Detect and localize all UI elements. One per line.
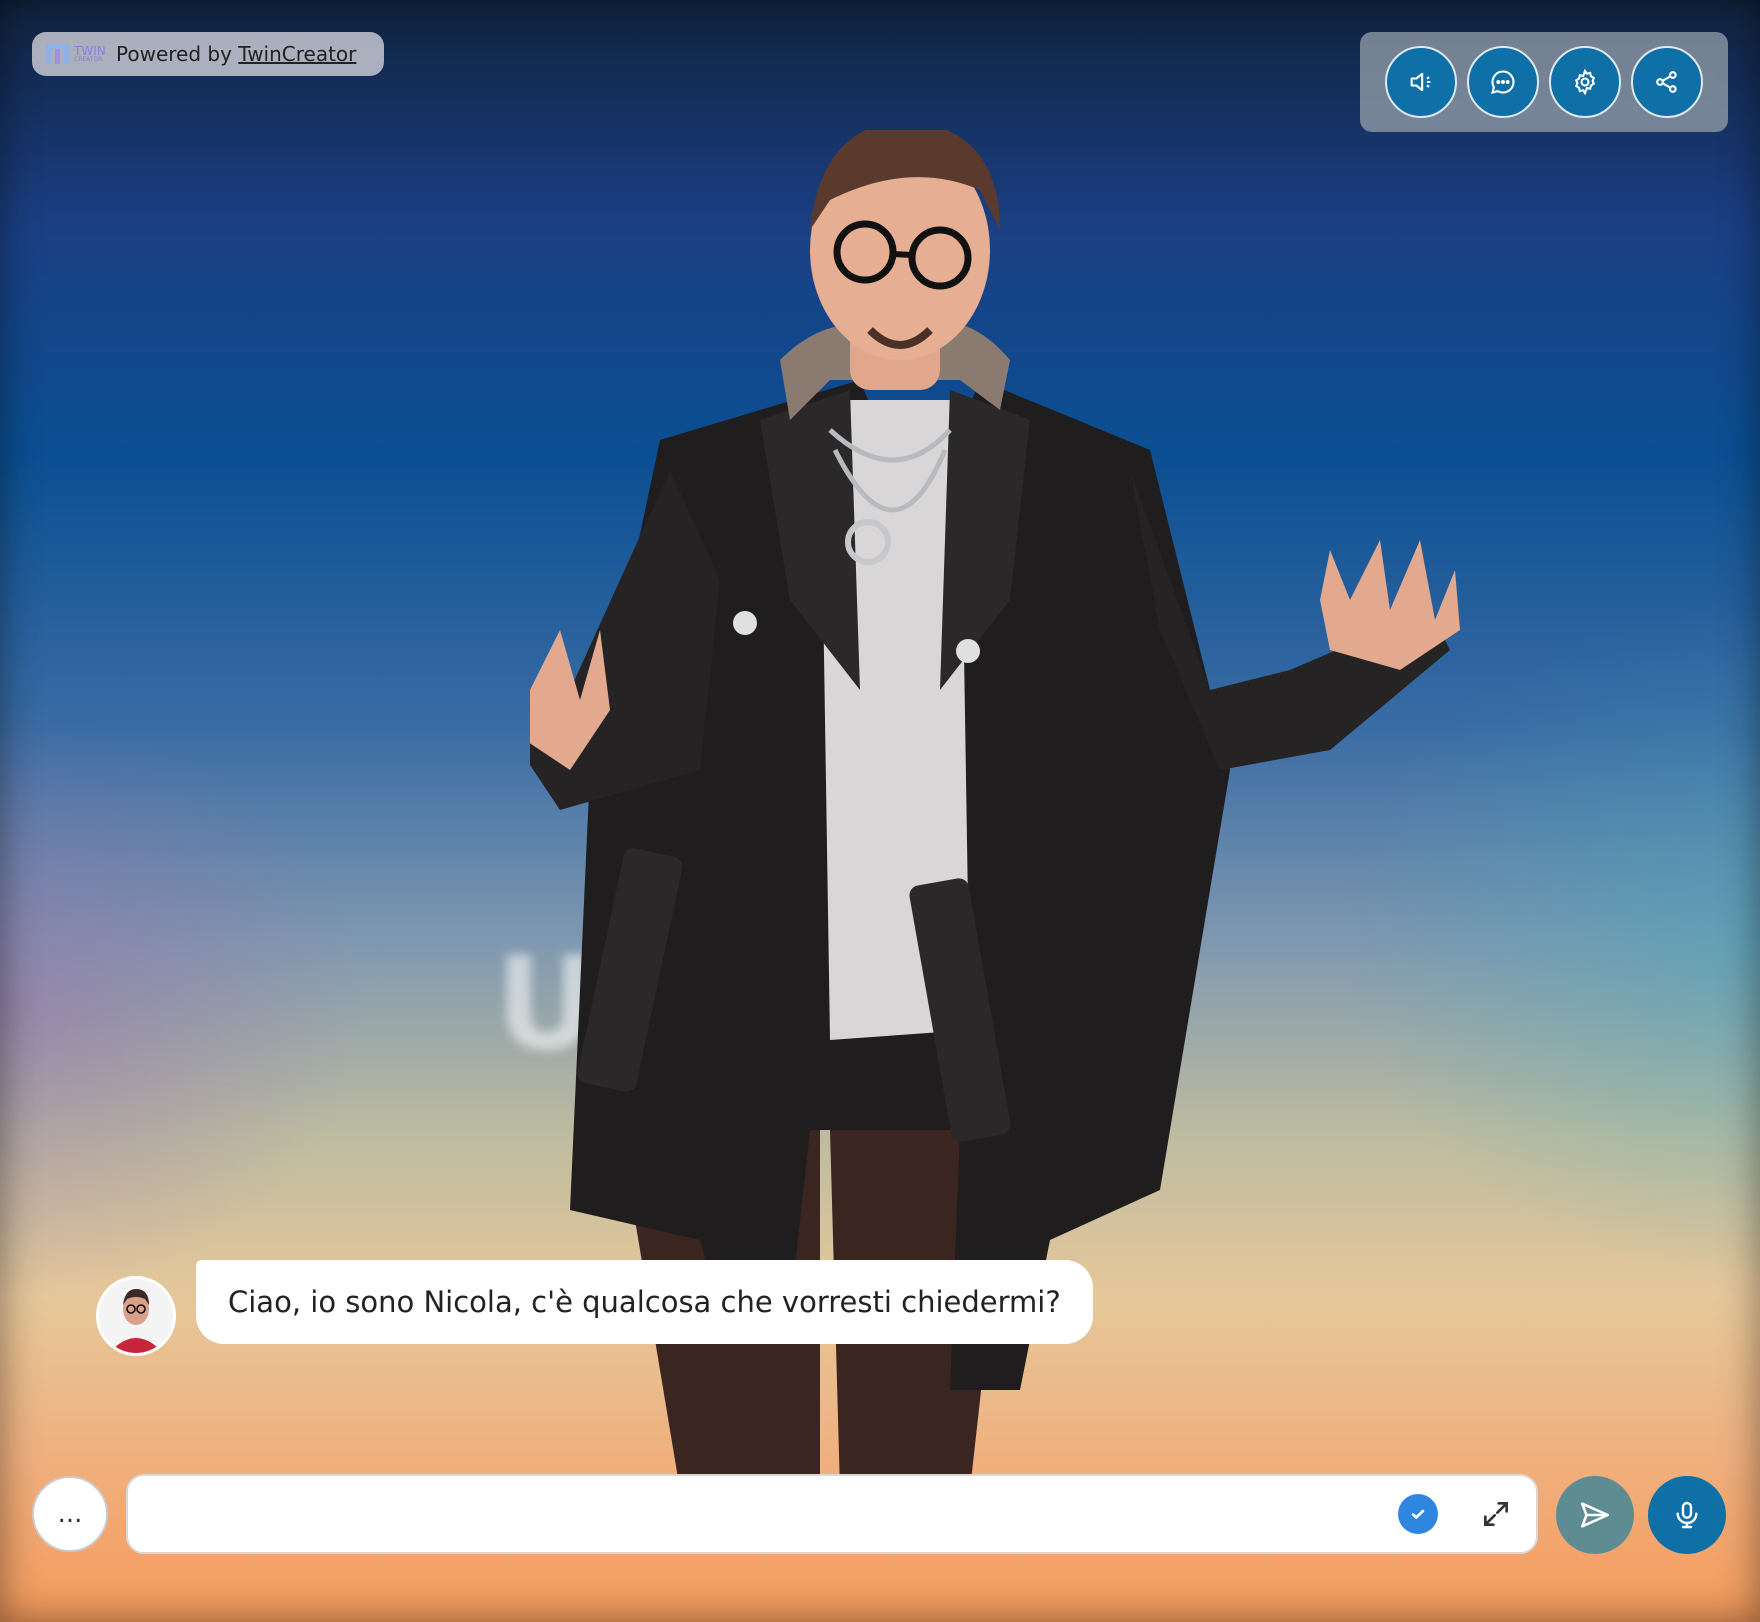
chat-message-bubble: Ciao, io sono Nicola, c'è qualcosa che v… <box>196 1260 1093 1344</box>
check-icon[interactable] <box>1398 1494 1438 1534</box>
chat-button[interactable] <box>1467 46 1539 118</box>
more-options-button[interactable]: ... <box>32 1476 108 1552</box>
twincreator-link[interactable]: TwinCreator <box>238 42 356 66</box>
speaker-icon <box>1410 72 1431 92</box>
settings-button[interactable] <box>1549 46 1621 118</box>
share-button[interactable] <box>1631 46 1703 118</box>
gear-icon <box>1574 68 1596 96</box>
twincreator-logo: TWIN CREATOR <box>44 38 108 70</box>
avatar-stage: UNI E <box>0 0 1760 1622</box>
chat-bubble-icon <box>1491 70 1515 94</box>
powered-by-text: Powered by TwinCreator <box>116 42 356 66</box>
powered-by-badge: TWIN CREATOR Powered by TwinCreator <box>32 32 384 76</box>
send-button[interactable] <box>1556 1476 1634 1554</box>
bot-avatar-image <box>99 1279 173 1353</box>
logo-text-creator: CREATOR <box>74 56 103 63</box>
share-icon <box>1656 71 1677 93</box>
speaker-button[interactable] <box>1385 46 1457 118</box>
message-input[interactable] <box>148 1476 1392 1554</box>
top-toolbar <box>1360 32 1728 132</box>
microphone-icon <box>1676 1501 1698 1529</box>
message-input-container <box>126 1474 1538 1554</box>
send-icon <box>1580 1502 1610 1528</box>
expand-icon[interactable] <box>1480 1498 1512 1530</box>
microphone-button[interactable] <box>1648 1476 1726 1554</box>
bot-avatar <box>96 1276 176 1356</box>
powered-by-prefix: Powered by <box>116 42 232 66</box>
